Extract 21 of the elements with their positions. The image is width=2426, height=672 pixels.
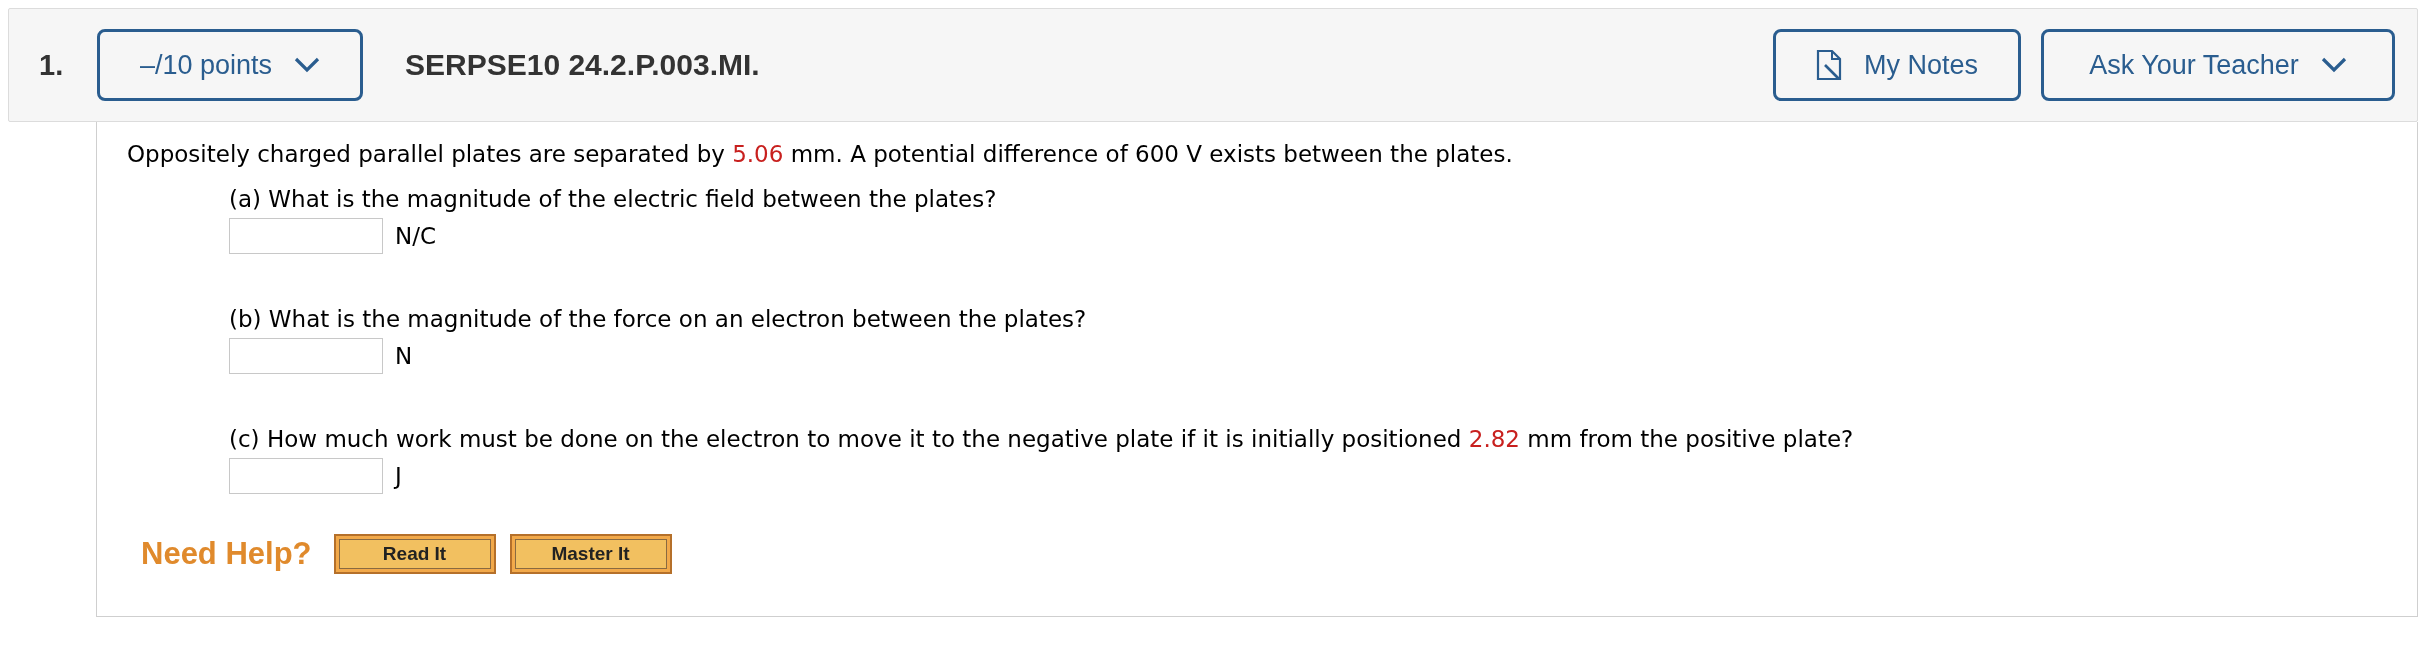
question-prompt: (b) What is the magnitude of the force on an electron between the plates? (229, 306, 1088, 332)
answer-field[interactable] (229, 218, 383, 254)
ask-teacher-dropdown[interactable]: Ask Your Teacher (2041, 29, 2395, 101)
points-dropdown[interactable]: –/10 points (97, 29, 363, 101)
question-prompt: (c) How much work must be done on the electron to move it to the negative plate if it is initially positioned 2.82 mm from the positive plate? (229, 426, 1855, 452)
answer-field[interactable] (229, 338, 383, 374)
problem-statement: Oppositely charged parallel plates are separated by 5.06 mm. A potential difference of 600 V exists between the plates. (127, 140, 1514, 169)
help-button[interactable]: Read It (333, 534, 496, 574)
question-prompt: (a) What is the magnitude of the electric field between the plates? (229, 186, 998, 212)
unit-label: N/C (395, 223, 436, 249)
question-code: SERPSE10 24.2.P.003.MI. (405, 48, 761, 82)
unit-label: N (395, 343, 413, 369)
chevron-down-icon (2320, 57, 2347, 73)
question-number: 1. (39, 48, 65, 82)
note-icon (1816, 49, 1842, 81)
unit-label: J (395, 463, 402, 489)
my-notes-button[interactable]: My Notes (1773, 29, 2021, 101)
answer-field[interactable] (229, 458, 383, 494)
help-button[interactable]: Master It (509, 534, 672, 574)
chevron-down-icon (294, 57, 321, 73)
need-help-label: Need Help? (141, 536, 312, 572)
